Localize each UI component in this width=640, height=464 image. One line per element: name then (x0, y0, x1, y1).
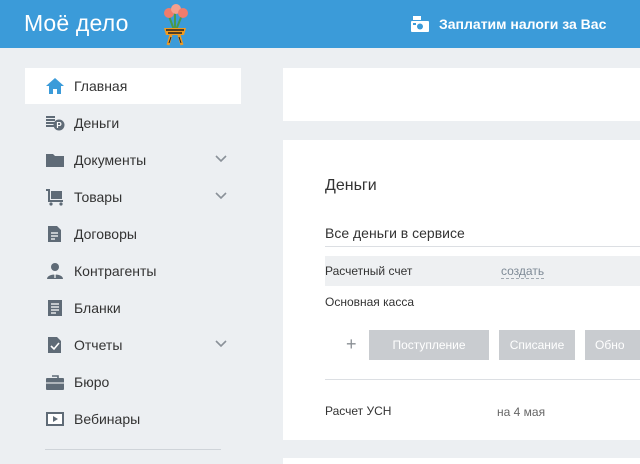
sidebar-item-goods[interactable]: Товары (25, 179, 241, 215)
sidebar-item-label: Главная (74, 78, 128, 94)
home-icon (46, 78, 64, 94)
bottom-card (283, 458, 640, 464)
account-name: Расчетный счет (325, 264, 413, 278)
sidebar-item-home[interactable]: Главная (25, 68, 241, 104)
divider (325, 379, 640, 380)
logo-text[interactable]: Moё дело (24, 10, 129, 37)
sidebar-item-money[interactable]: P Деньги (25, 105, 241, 141)
divider (325, 246, 640, 247)
update-button[interactable]: Обно (585, 330, 640, 360)
plus-icon[interactable]: + (346, 334, 357, 355)
usn-date: на 4 мая (497, 405, 546, 419)
svg-text:P: P (56, 121, 62, 130)
cart-icon (46, 189, 63, 206)
report-check-icon (48, 337, 61, 353)
sidebar-item-label: Вебинары (74, 411, 141, 427)
sidebar-item-label: Отчеты (74, 337, 123, 353)
chevron-down-icon[interactable] (215, 192, 227, 200)
sidebar-item-label: Бюро (74, 374, 110, 390)
pay-taxes-link[interactable]: Заплатим налоги за Вас (410, 12, 606, 36)
sidebar-item-contractors[interactable]: Контрагенты (25, 253, 241, 289)
sidebar-item-contracts[interactable]: Договоры (25, 216, 241, 252)
forms-icon (48, 300, 62, 316)
all-money-label: Все деньги в сервисе (325, 225, 465, 241)
sidebar-item-label: Договоры (74, 226, 137, 242)
sidebar-item-bureau[interactable]: Бюро (25, 364, 241, 400)
chevron-down-icon[interactable] (215, 340, 227, 348)
top-card (283, 68, 640, 121)
income-button[interactable]: Поступление (369, 330, 489, 360)
writeoff-button[interactable]: Списание (499, 330, 575, 360)
sidebar-item-label: Товары (74, 189, 123, 205)
account-row: Расчетный счет создать (325, 256, 640, 286)
logo-flowers-icon[interactable] (155, 2, 195, 46)
create-account-link[interactable]: создать (501, 264, 545, 279)
sidebar-item-label: Документы (74, 152, 147, 168)
chevron-down-icon[interactable] (215, 155, 227, 163)
sidebar: Главная P Деньги Документы Товары Догово… (0, 48, 262, 464)
money-card-title[interactable]: Деньги (325, 177, 377, 195)
video-icon (46, 412, 64, 426)
sidebar-item-forms[interactable]: Бланки (25, 290, 241, 326)
sidebar-item-label: Контрагенты (74, 263, 157, 279)
sidebar-divider (45, 449, 221, 450)
cash-register-icon (411, 16, 429, 32)
cash-desk-label: Основная касса (325, 295, 415, 309)
sidebar-item-webinars[interactable]: Вебинары (25, 401, 241, 437)
sidebar-item-label: Деньги (74, 115, 120, 131)
sidebar-item-label: Бланки (74, 300, 121, 316)
money-card: Деньги Все деньги в сервисе Расчетный сч… (283, 140, 640, 440)
folder-icon (46, 154, 64, 167)
sidebar-item-reports[interactable]: Отчеты (25, 327, 241, 363)
person-icon (47, 263, 63, 279)
contract-icon (48, 226, 61, 242)
top-header: Moё дело Заплатим налоги за Вас (0, 0, 640, 48)
money-icon: P (46, 116, 65, 131)
sidebar-item-documents[interactable]: Документы (25, 142, 241, 178)
briefcase-icon (46, 375, 64, 390)
pay-taxes-label: Заплатим налоги за Вас (439, 16, 607, 32)
usn-label: Расчет УСН (325, 404, 392, 418)
